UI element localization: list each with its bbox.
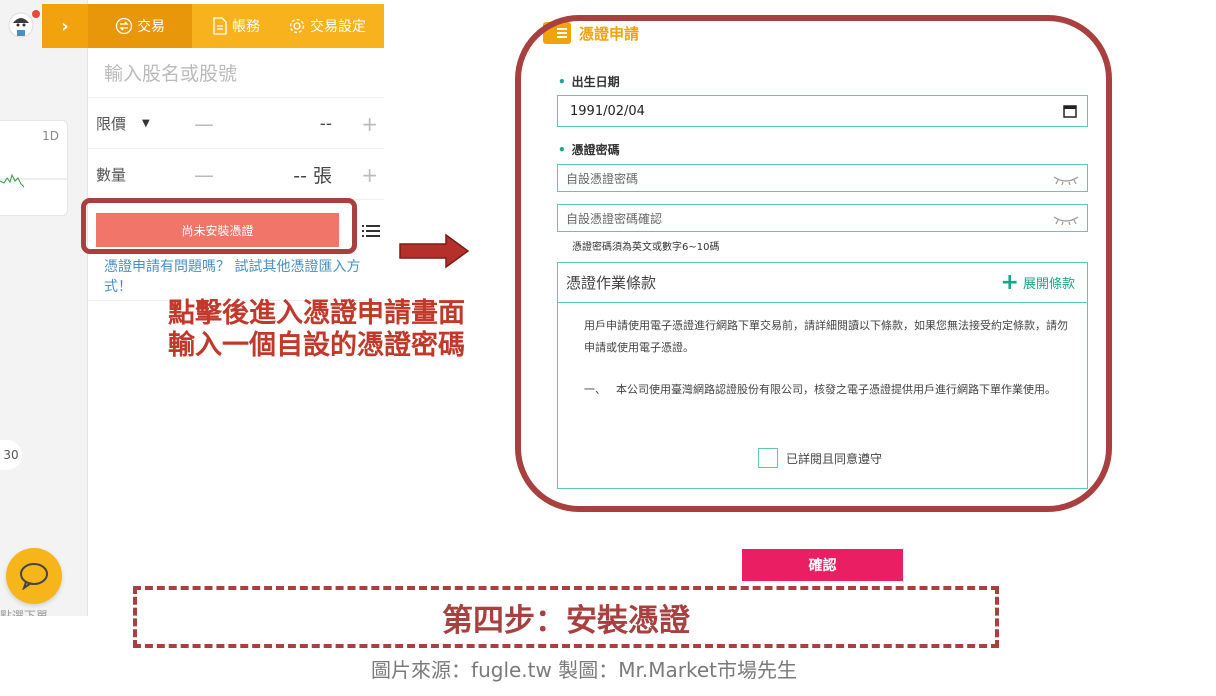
step-title: 第四步：安裝憑證 — [442, 602, 690, 639]
quantity-label: 數量 — [96, 166, 127, 184]
left-sidebar: 1D 30 點選下單 — [0, 0, 88, 616]
price-value[interactable]: -- — [320, 114, 332, 134]
price-type-select[interactable]: 限價 — [96, 113, 126, 134]
help-link[interactable]: 憑證申請有問題嗎？ 試試其他憑證匯入方式！ — [104, 257, 376, 297]
step-title-box: 第四步：安裝憑證 — [133, 586, 999, 648]
sparkline-icon — [0, 173, 68, 188]
stock-search-input[interactable]: 輸入股名或股號 — [88, 48, 384, 98]
document-icon — [213, 17, 227, 35]
price-row: 限價 ▼ — -- + — [88, 99, 384, 149]
chat-button[interactable] — [6, 548, 62, 604]
annotation-line-1: 點擊後進入憑證申請畫面 — [168, 298, 465, 329]
mini-chart[interactable]: 1D — [0, 120, 68, 216]
chart-period-label: 1D — [42, 129, 59, 143]
caret-down-icon[interactable]: ▼ — [142, 118, 150, 129]
tab-trade[interactable]: 交易 — [88, 4, 192, 48]
price-plus-button[interactable]: + — [361, 112, 378, 136]
annotation-line-2: 輸入一個自設的憑證密碼 — [168, 330, 465, 361]
cropped-text: 點選下單 — [0, 609, 49, 616]
tab-trade-settings-label: 交易設定 — [310, 19, 366, 35]
list-menu-icon[interactable] — [362, 224, 380, 238]
top-nav: 交易 帳務 交易設定 — [88, 4, 384, 48]
form-highlight-outline — [515, 15, 1112, 512]
count-badge: 30 — [0, 440, 22, 470]
image-credit: 圖片來源：fugle.tw 製圖：Mr.Market市場先生 — [371, 658, 797, 682]
tab-trade-settings[interactable]: 交易設定 — [280, 4, 384, 48]
tab-trade-label: 交易 — [137, 19, 165, 35]
instruction-annotation: 點擊後進入憑證申請畫面 輸入一個自設的憑證密碼 — [168, 298, 465, 362]
quantity-value[interactable]: -- 張 — [293, 161, 332, 188]
gear-icon — [289, 18, 305, 34]
chat-bubble-icon — [20, 563, 48, 590]
tab-accounts[interactable]: 帳務 — [192, 4, 280, 48]
user-avatar[interactable] — [8, 10, 40, 38]
price-minus-button[interactable]: — — [194, 112, 214, 136]
notification-dot — [32, 10, 40, 18]
avatar-icon — [8, 12, 34, 38]
right-arrow-icon — [399, 233, 470, 269]
exchange-icon — [115, 17, 133, 35]
quantity-plus-button[interactable]: + — [361, 163, 378, 187]
tab-accounts-label: 帳務 — [232, 19, 260, 35]
quantity-row: 數量 — -- 張 + — [88, 150, 384, 200]
confirm-button[interactable]: 確認 — [742, 549, 903, 581]
quantity-minus-button[interactable]: — — [194, 163, 214, 187]
expand-panel-button[interactable]: › — [42, 4, 88, 48]
install-button-highlight — [81, 198, 357, 254]
